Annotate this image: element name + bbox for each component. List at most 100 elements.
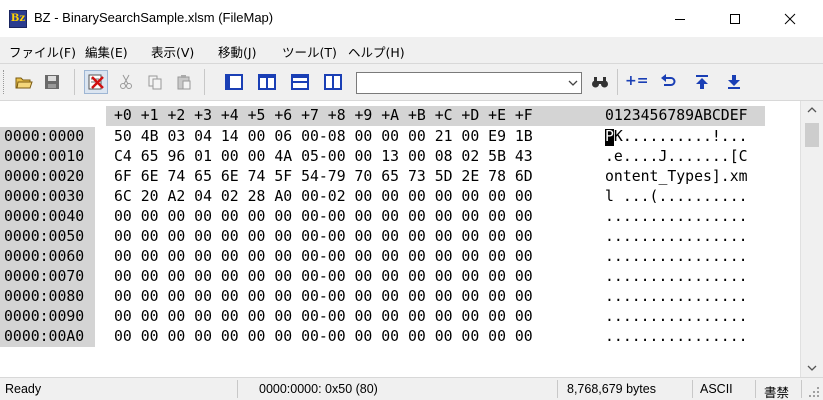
find-button[interactable] [588,70,612,94]
toolbar-separator [617,69,618,95]
readonly-icon [88,74,104,90]
hex-row[interactable]: 0000:0010 C4 65 96 01 00 00 4A 05-00 00 1… [0,147,800,167]
menu-view[interactable]: 表示(V) [151,42,194,61]
scroll-thumb[interactable] [805,123,819,147]
save-icon [45,75,59,89]
hex-column-header: +0 +1 +2 +3 +4 +5 +6 +7 +8 +9 +A +B +C +… [114,107,533,124]
chevron-down-icon[interactable] [567,77,579,89]
scroll-down-button[interactable] [801,359,823,377]
hex-row[interactable]: 0000:0050 00 00 00 00 00 00 00 00-00 00 0… [0,227,800,247]
ascii-column-header: 0123456789ABCDEF [605,107,748,124]
status-divider [755,380,756,398]
row-hex-bytes[interactable]: 00 00 00 00 00 00 00 00-00 00 00 00 00 0… [114,267,533,287]
status-state: Ready [5,382,42,396]
maximize-button[interactable] [712,0,758,38]
hex-row[interactable]: 0000:0020 6F 6E 74 65 6E 74 5F 54-79 70 6… [0,167,800,187]
row-ascii-text[interactable]: ................ [605,287,748,307]
view-single-button[interactable] [222,70,246,94]
window-title: BZ - BinarySearchSample.xlsm (FileMap) [34,10,274,25]
row-hex-bytes[interactable]: 6F 6E 74 65 6E 74 5F 54-79 70 65 73 5D 2… [114,167,533,187]
find-icon [592,77,608,88]
row-ascii-text[interactable]: l ...(.......... [605,187,748,207]
menu-jump[interactable]: 移動(J) [218,42,256,61]
row-address: 0000:0090 [0,307,95,327]
menu-help[interactable]: ヘルプ(H) [348,42,405,61]
row-ascii-text[interactable]: ................ [605,247,748,267]
cut-button[interactable] [114,70,138,94]
row-ascii-text[interactable]: ................ [605,307,748,327]
row-ascii-text[interactable]: PK..........!... [605,127,748,147]
row-hex-bytes[interactable]: 50 4B 03 04 14 00 06 00-08 00 00 00 21 0… [114,127,533,147]
maximize-icon [730,14,740,24]
status-position: 0000:0000: 0x50 (80) [259,382,378,396]
toolbar: += [0,64,823,101]
row-ascii-text[interactable]: ................ [605,227,748,247]
row-address: 0000:0020 [0,167,95,187]
row-address: 0000:00A0 [0,327,95,347]
close-button[interactable] [767,0,813,38]
status-encoding[interactable]: ASCII [700,382,733,396]
row-hex-bytes[interactable]: 00 00 00 00 00 00 00 00-00 00 00 00 00 0… [114,327,533,347]
vertical-scrollbar[interactable] [800,101,823,377]
status-mode[interactable]: 書禁 [764,382,789,400]
toolbar-separator [74,69,75,95]
cut-icon [120,74,132,89]
row-ascii-text[interactable]: ontent_Types].xm [605,167,748,187]
status-divider [692,380,693,398]
row-hex-bytes[interactable]: 00 00 00 00 00 00 00 00-00 00 00 00 00 0… [114,307,533,327]
add-button[interactable]: += [625,73,648,89]
close-icon [784,13,796,25]
chevron-up-icon [807,107,817,113]
row-ascii-text[interactable]: ................ [605,267,748,287]
row-hex-bytes[interactable]: 00 00 00 00 00 00 00 00-00 00 00 00 00 0… [114,227,533,247]
jump-top-button[interactable] [690,70,714,94]
hex-row[interactable]: 0000:0060 00 00 00 00 00 00 00 00-00 00 0… [0,247,800,267]
hex-row[interactable]: 0000:0040 00 00 00 00 00 00 00 00-00 00 0… [0,207,800,227]
menu-tools[interactable]: ツール(T) [282,42,337,61]
hex-row[interactable]: 0000:00A0 00 00 00 00 00 00 00 00-00 00 0… [0,327,800,347]
title-bar: Bz BZ - BinarySearchSample.xlsm (FileMap… [0,0,823,38]
row-hex-bytes[interactable]: C4 65 96 01 00 00 4A 05-00 00 13 00 08 0… [114,147,533,167]
row-hex-bytes[interactable]: 00 00 00 00 00 00 00 00-00 00 00 00 00 0… [114,287,533,307]
minimize-button[interactable] [657,0,703,38]
row-hex-bytes[interactable]: 00 00 00 00 00 00 00 00-00 00 00 00 00 0… [114,247,533,267]
view-split-horizontal-button[interactable] [288,70,312,94]
hex-row[interactable]: 0000:0030 6C 20 A2 04 02 28 A0 00-02 00 0… [0,187,800,207]
hex-row[interactable]: 0000:0090 00 00 00 00 00 00 00 00-00 00 0… [0,307,800,327]
paste-button[interactable] [172,70,196,94]
row-ascii-text[interactable]: ................ [605,207,748,227]
view-compare-button[interactable] [321,70,345,94]
row-hex-bytes[interactable]: 00 00 00 00 00 00 00 00-00 00 00 00 00 0… [114,207,533,227]
toolbar-separator [204,69,205,95]
hex-row[interactable]: 0000:0000 50 4B 03 04 14 00 06 00-08 00 0… [0,127,800,147]
hex-view[interactable]: +0 +1 +2 +3 +4 +5 +6 +7 +8 +9 +A +B +C +… [0,101,800,377]
copy-button[interactable] [143,70,167,94]
row-address: 0000:0070 [0,267,95,287]
jump-bottom-icon [728,75,740,89]
toolbar-grip[interactable] [3,70,6,94]
readonly-toggle-button[interactable] [84,70,108,94]
back-button[interactable] [656,70,680,94]
menu-bar: ファイル(F) 編集(E) 表示(V) 移動(J) ツール(T) ヘルプ(H) [0,38,823,64]
chevron-down-icon [807,365,817,371]
view-split-vertical-button[interactable] [255,70,279,94]
row-ascii-text[interactable]: ................ [605,327,748,347]
back-icon [661,74,676,86]
row-address: 0000:0050 [0,227,95,247]
row-address: 0000:0060 [0,247,95,267]
jump-bottom-button[interactable] [722,70,746,94]
resize-grip-icon[interactable] [808,386,820,398]
app-icon[interactable]: Bz [9,10,27,28]
search-combo[interactable] [356,72,582,94]
minimize-icon [675,19,685,20]
save-button[interactable] [40,70,64,94]
copy-icon [148,75,162,90]
open-button[interactable] [12,70,36,94]
menu-edit[interactable]: 編集(E) [85,42,128,61]
hex-row[interactable]: 0000:0080 00 00 00 00 00 00 00 00-00 00 0… [0,287,800,307]
row-hex-bytes[interactable]: 6C 20 A2 04 02 28 A0 00-02 00 00 00 00 0… [114,187,533,207]
hex-row[interactable]: 0000:0070 00 00 00 00 00 00 00 00-00 00 0… [0,267,800,287]
menu-file[interactable]: ファイル(F) [9,42,76,61]
row-ascii-text[interactable]: .e....J.......[C [605,147,748,167]
scroll-up-button[interactable] [801,101,823,119]
